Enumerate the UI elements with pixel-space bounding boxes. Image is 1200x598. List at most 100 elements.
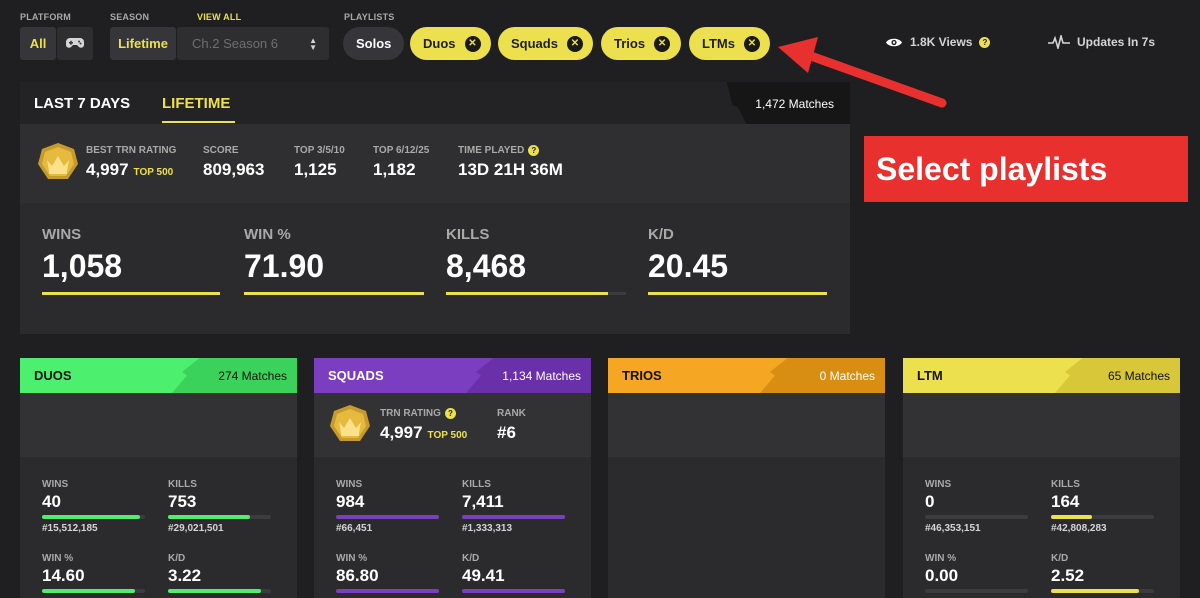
card-matches: 1,134 Matches (502, 368, 581, 383)
tab-lifetime[interactable]: LIFETIME (162, 95, 230, 112)
tab-last-7-days[interactable]: LAST 7 DAYS (34, 95, 130, 112)
bar-fill (168, 589, 261, 593)
pulse-icon (1048, 35, 1070, 49)
best-rating-tier: TOP 500 (133, 167, 174, 178)
card-stat-bar (168, 589, 271, 593)
card-stat: K/D 3.22 (168, 553, 271, 597)
time-played-label: TIME PLAYED (458, 145, 525, 156)
bar-fill (244, 292, 424, 295)
remove-icon[interactable]: ✕ (743, 35, 760, 52)
card-stat-value: 7,411 (462, 492, 504, 511)
playlist-solos-pill[interactable]: Solos (343, 27, 405, 60)
playlist-ltms-pill[interactable]: LTMs ✕ (689, 27, 770, 60)
win-pct-label: WIN % (244, 226, 291, 243)
card-stat-bar (336, 589, 439, 593)
card-stat-value: 14.60 (42, 566, 85, 585)
card-stat-label: K/D (168, 553, 186, 564)
bar-fill (648, 292, 827, 295)
card-stat-bar (1051, 589, 1154, 593)
best-rating: 4,997 TOP 500 (86, 160, 173, 180)
kd-bar (648, 292, 827, 295)
card-title: LTM (917, 368, 943, 383)
card-header: TRIOS 0 Matches (608, 358, 885, 393)
playlist-squads-pill[interactable]: Squads ✕ (498, 27, 593, 60)
view-all-link[interactable]: VIEW ALL (197, 12, 241, 22)
card-stat-value: 2.52 (1051, 566, 1085, 585)
card-stat-value: 753 (168, 492, 197, 511)
card-stat-label: K/D (462, 553, 480, 564)
bar-fill (336, 515, 439, 519)
card-stat-bar (336, 515, 439, 519)
card-stat-label: WIN % (42, 553, 74, 564)
top61225-label: TOP 6/12/25 (373, 145, 430, 156)
platform-all-button[interactable]: All (20, 27, 56, 60)
overview-panel: LAST 7 DAYS LIFETIME 1,472 Matches BEST … (20, 82, 850, 334)
bar-fill (1051, 515, 1093, 519)
select-arrows-icon: ▲ ▼ (309, 35, 317, 52)
kills-bar (446, 292, 626, 295)
playlists-label: PLAYLISTS (344, 12, 395, 22)
card-stat-value: 49.41 (462, 566, 505, 585)
rank-value: #6 (497, 423, 516, 442)
score-label: SCORE (203, 145, 239, 156)
card-title: TRIOS (622, 368, 662, 383)
card-rating-band (20, 393, 297, 457)
playlist-duos-pill[interactable]: Duos ✕ (410, 27, 491, 60)
card-stat-label: KILLS (462, 479, 491, 490)
rating: 4,997 TOP 500 (380, 423, 467, 443)
card-stat-value: 984 (336, 492, 365, 511)
season-select-value: Ch.2 Season 6 (192, 36, 279, 51)
card-rating-band (903, 393, 1180, 457)
wins-bar (42, 292, 220, 295)
bar-fill (168, 515, 251, 519)
card-stat-rank: #66,451 (336, 523, 373, 534)
playlist-label: Trios (614, 36, 646, 51)
playlist-label: Squads (511, 36, 558, 51)
card-stat-bar (462, 589, 565, 593)
kd-value: 20.45 (648, 248, 729, 284)
remove-icon[interactable]: ✕ (654, 35, 671, 52)
gamepad-icon (66, 37, 84, 48)
bar-fill (336, 589, 439, 593)
card-matches: 274 Matches (218, 368, 287, 383)
card-stat: KILLS 164 #42,808,283 (1051, 479, 1154, 534)
season-select[interactable]: Ch.2 Season 6 ▲ ▼ (177, 27, 329, 60)
card-stat-bar (42, 515, 145, 519)
season-label: SEASON (110, 12, 150, 22)
bar-fill (42, 515, 140, 519)
win-pct-bar (244, 292, 424, 295)
best-rating-label: BEST TRN RATING (86, 145, 177, 156)
annotation-arrow (778, 37, 947, 108)
playlist-trios-pill[interactable]: Trios ✕ (601, 27, 681, 60)
help-icon[interactable]: ? (444, 408, 456, 419)
card-rating-band (608, 393, 885, 457)
season-lifetime-button[interactable]: Lifetime (110, 27, 176, 60)
overview-header (20, 82, 850, 124)
card-stat: WIN % 86.80 (336, 553, 439, 597)
card-title: DUOS (34, 368, 72, 383)
wins-label: WINS (42, 226, 82, 243)
updates-text: Updates In 7s (1077, 35, 1156, 49)
card-stat-label: KILLS (1051, 479, 1080, 490)
card-stat: WIN % 0.00 (925, 553, 1028, 597)
platform-label: PLATFORM (20, 12, 71, 22)
remove-icon[interactable]: ✕ (464, 35, 481, 52)
card-stat-bar (1051, 515, 1154, 519)
platform-controller-button[interactable] (57, 27, 93, 60)
help-icon[interactable]: ? (528, 145, 540, 156)
top3510-label: TOP 3/5/10 (294, 145, 345, 156)
card-stat-value: 0.00 (925, 566, 959, 585)
help-icon[interactable]: ? (979, 36, 991, 48)
remove-icon[interactable]: ✕ (566, 35, 583, 52)
kills-value: 8,468 (446, 248, 527, 284)
card-stat: WINS 0 #46,353,151 (925, 479, 1028, 534)
card-stat-bar (925, 589, 1028, 593)
card-stat-label: WINS (42, 479, 69, 490)
top3510-value: 1,125 (294, 160, 337, 179)
card-header: LTM 65 Matches (903, 358, 1180, 393)
bar-fill (462, 589, 565, 593)
card-stat-label: KILLS (168, 479, 197, 490)
card-header: DUOS 274 Matches (20, 358, 297, 393)
card-matches: 65 Matches (1107, 368, 1170, 383)
kd-label: K/D (648, 226, 674, 243)
